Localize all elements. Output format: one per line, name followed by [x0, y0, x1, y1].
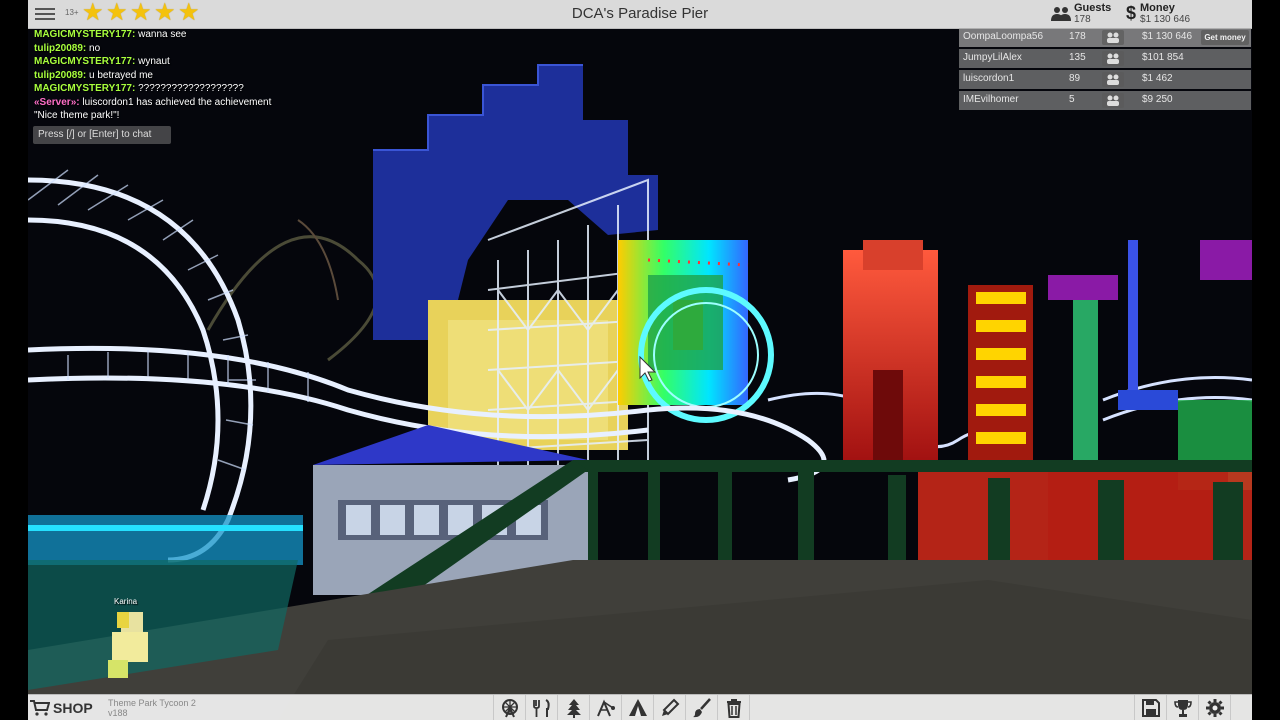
chat-username: tulip20089: — [34, 69, 87, 81]
chat-text: wynaut — [135, 56, 170, 67]
system-tools — [1134, 695, 1231, 720]
money-label: Money — [1140, 2, 1175, 14]
build-tools — [493, 695, 750, 720]
player-money: $1 462 — [1142, 73, 1173, 84]
chat-text: wanna see — [135, 29, 187, 40]
delete-tool-button[interactable] — [717, 695, 750, 720]
chat-username: MAGICMYSTERY177: — [34, 56, 136, 67]
player-name: OompaLoompa56 — [963, 31, 1044, 42]
chat-message: tulip20089: no — [34, 42, 364, 56]
chat-message: «Server»: luiscordon1 has achieved the a… — [34, 96, 364, 110]
game-info: Theme Park Tycoon 2 v188 — [108, 698, 196, 718]
chat-input[interactable]: Press [/] or [Enter] to chat — [33, 126, 171, 144]
game-version: v188 — [108, 708, 128, 718]
guests-label: Guests — [1074, 2, 1112, 14]
player-name: IMEvilhomer — [963, 94, 1019, 105]
shop-button[interactable]: SHOP — [30, 698, 93, 718]
leaderboard-row[interactable]: JumpyLilAlex 135 $101 854 — [959, 49, 1251, 68]
brush-tool-button[interactable] — [685, 695, 717, 720]
money-value: $1 130 646 — [1140, 14, 1191, 25]
chat-text: ??????????????????? — [135, 83, 244, 94]
visit-park-icon[interactable] — [1102, 51, 1124, 66]
trash-icon — [726, 699, 741, 718]
save-icon — [1141, 699, 1160, 717]
food-tool-button[interactable] — [525, 695, 557, 720]
bottom-toolbar: SHOP Theme Park Tycoon 2 v188 — [28, 694, 1252, 720]
save-button[interactable] — [1134, 695, 1166, 720]
leaderboard-row[interactable]: IMEvilhomer 5 $9 250 — [959, 91, 1251, 110]
chat-message: MAGICMYSTERY177: wanna see — [34, 28, 364, 42]
chat-username: MAGICMYSTERY177: — [34, 29, 136, 40]
player-guests: 89 — [1069, 73, 1081, 84]
chat-log: MAGICMYSTERY177: wanna see tulip20089: n… — [34, 28, 364, 123]
chat-username: MAGICMYSTERY177: — [34, 83, 136, 94]
player-guests: 135 — [1069, 52, 1086, 63]
guests-value: 178 — [1074, 14, 1091, 25]
tree-icon — [566, 699, 581, 718]
settings-icon — [1205, 699, 1224, 717]
chat-message: MAGICMYSTERY177: wynaut — [34, 55, 364, 69]
visit-park-icon[interactable] — [1102, 72, 1124, 87]
ride-icon — [596, 699, 615, 717]
get-money-button[interactable]: Get money — [1201, 30, 1249, 45]
shop-label: SHOP — [53, 700, 93, 716]
player-money: $101 854 — [1142, 52, 1184, 63]
leaderboard-row[interactable]: luiscordon1 89 $1 462 — [959, 70, 1251, 89]
trophy-icon — [1173, 700, 1192, 717]
chat-username: tulip20089: — [34, 42, 87, 54]
server-label: «Server»: — [34, 96, 80, 108]
player-name-tag: Karina — [114, 597, 138, 606]
food-icon — [532, 699, 550, 717]
chat-text: luiscordon1 has achieved the achievement — [79, 96, 272, 108]
rides-tool-button[interactable] — [493, 695, 525, 720]
player-money: $1 130 646 — [1142, 31, 1193, 42]
chat-text: u betrayed me — [86, 69, 153, 81]
game-viewport[interactable]: 13+ ★ ★ ★ ★ ★ DCA's Paradise Pier Guests… — [28, 0, 1252, 720]
coaster-tool-button[interactable] — [589, 695, 621, 720]
guests-stat: Guests 178 — [1051, 2, 1111, 25]
tent-icon — [628, 699, 647, 716]
leaderboard-row[interactable]: OompaLoompa56 178 $1 130 646 Get money — [959, 28, 1251, 47]
player-money: $9 250 — [1142, 94, 1173, 105]
visit-park-icon[interactable] — [1102, 30, 1124, 45]
chat-text: no — [86, 42, 101, 54]
game-name: Theme Park Tycoon 2 — [108, 698, 196, 708]
chat-message: "Nice theme park!"! — [34, 109, 364, 123]
settings-button[interactable] — [1198, 695, 1231, 720]
paint-tool-button[interactable] — [653, 695, 685, 720]
chat-message: MAGICMYSTERY177: ??????????????????? — [34, 82, 364, 96]
money-stat: $ Money $1 130 646 — [1126, 2, 1190, 25]
money-icon: $ — [1126, 3, 1137, 23]
paint-icon — [661, 698, 679, 716]
top-bar: 13+ ★ ★ ★ ★ ★ DCA's Paradise Pier Guests… — [28, 0, 1252, 29]
stalls-tool-button[interactable] — [621, 695, 653, 720]
achievements-button[interactable] — [1166, 695, 1198, 720]
player-name: luiscordon1 — [963, 73, 1015, 84]
player-name: JumpyLilAlex — [963, 52, 1022, 63]
scenery-tool-button[interactable] — [557, 695, 589, 720]
chat-text: "Nice theme park!"! — [34, 110, 120, 121]
player-leaderboard: OompaLoompa56 178 $1 130 646 Get money J… — [959, 28, 1251, 112]
ferris-wheel-icon — [501, 699, 518, 718]
player-guests: 178 — [1069, 31, 1086, 42]
brush-icon — [692, 698, 711, 718]
cart-icon — [30, 700, 50, 716]
chat-message: tulip20089: u betrayed me — [34, 69, 364, 83]
player-guests: 5 — [1069, 94, 1075, 105]
guests-icon — [1051, 7, 1071, 21]
visit-park-icon[interactable] — [1102, 93, 1124, 108]
